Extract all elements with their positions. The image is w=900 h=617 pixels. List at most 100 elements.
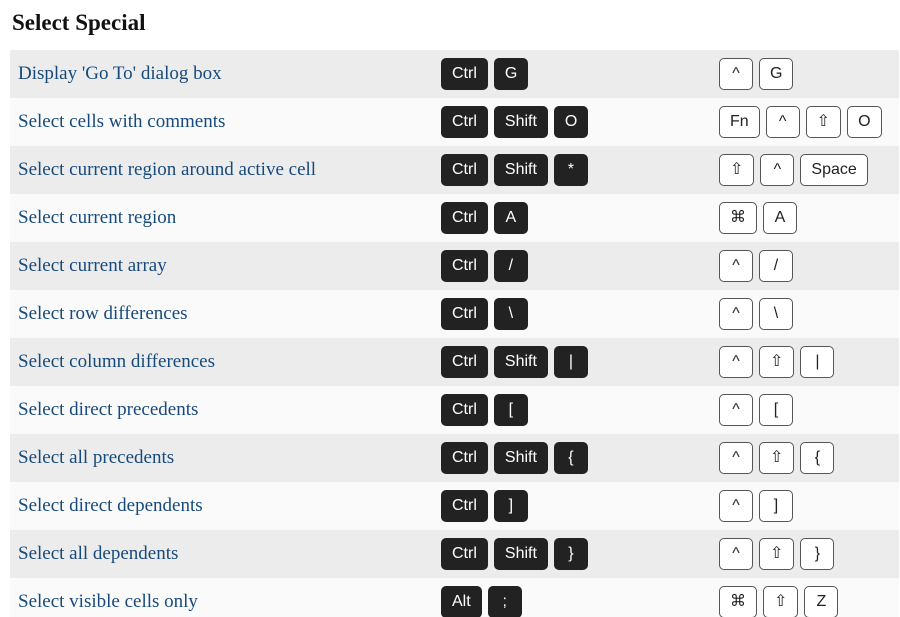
action-link-select-all-precedents[interactable]: Select all precedents (18, 447, 174, 468)
key-space: Space (800, 154, 867, 186)
key-: ] (759, 490, 793, 522)
action-link-select-direct-dependents[interactable]: Select direct dependents (18, 495, 203, 516)
windows-keys: Ctrl[ (441, 394, 703, 426)
action-cell: Select current region (10, 194, 433, 242)
key-g: G (494, 58, 528, 90)
windows-keys: Ctrl] (441, 490, 703, 522)
action-link-select-current-array[interactable]: Select current array (18, 255, 167, 276)
action-cell: Select direct precedents (10, 386, 433, 434)
key-: ^ (719, 298, 753, 330)
key-: / (494, 250, 528, 282)
windows-shortcut-cell: CtrlShift* (433, 146, 711, 194)
key-shift: Shift (494, 106, 548, 138)
key-: ] (494, 490, 528, 522)
key-shift: Shift (494, 154, 548, 186)
key-: * (554, 154, 588, 186)
mac-shortcut-cell: ^\ (711, 290, 899, 338)
key-o: O (847, 106, 881, 138)
table-row: Display 'Go To' dialog boxCtrlG^G (10, 50, 899, 98)
key-: { (554, 442, 588, 474)
key-: [ (759, 394, 793, 426)
key-ctrl: Ctrl (441, 250, 488, 282)
mac-keys: ^⇧{ (719, 442, 891, 474)
key-: ⇧ (759, 538, 794, 570)
action-link-select-cells-with-comments[interactable]: Select cells with comments (18, 111, 225, 132)
windows-shortcut-cell: Ctrl] (433, 482, 711, 530)
action-cell: Select cells with comments (10, 98, 433, 146)
mac-shortcut-cell: ⌘A (711, 194, 899, 242)
key-: ⌘ (719, 202, 757, 234)
table-row: Select cells with commentsCtrlShiftOFn^⇧… (10, 98, 899, 146)
key-: } (554, 538, 588, 570)
windows-keys: Alt; (441, 586, 703, 617)
key-shift: Shift (494, 346, 548, 378)
mac-keys: ⌘A (719, 202, 891, 234)
action-link-select-row-differences[interactable]: Select row differences (18, 303, 188, 324)
key-: ^ (719, 442, 753, 474)
key-z: Z (804, 586, 838, 617)
mac-shortcut-cell: ^] (711, 482, 899, 530)
windows-shortcut-cell: CtrlShift{ (433, 434, 711, 482)
action-link-select-all-dependents[interactable]: Select all dependents (18, 543, 178, 564)
key-: \ (494, 298, 528, 330)
table-row: Select all precedentsCtrlShift{^⇧{ (10, 434, 899, 482)
windows-keys: CtrlShift| (441, 346, 703, 378)
key-shift: Shift (494, 538, 548, 570)
mac-shortcut-cell: ^G (711, 50, 899, 98)
key-ctrl: Ctrl (441, 202, 488, 234)
key-: | (554, 346, 588, 378)
mac-shortcut-cell: ⇧^Space (711, 146, 899, 194)
mac-keys: ^\ (719, 298, 891, 330)
key-: ^ (719, 346, 753, 378)
key-: ^ (766, 106, 800, 138)
mac-keys: ^⇧| (719, 346, 891, 378)
table-row: Select all dependentsCtrlShift}^⇧} (10, 530, 899, 578)
windows-shortcut-cell: Alt; (433, 578, 711, 617)
windows-shortcut-cell: Ctrl[ (433, 386, 711, 434)
key-: ⇧ (719, 154, 754, 186)
table-row: Select direct dependentsCtrl]^] (10, 482, 899, 530)
key-alt: Alt (441, 586, 482, 617)
key-ctrl: Ctrl (441, 106, 488, 138)
key-: ⇧ (759, 442, 794, 474)
mac-keys: ^/ (719, 250, 891, 282)
content-wrap: Select Special Display 'Go To' dialog bo… (0, 0, 900, 617)
windows-shortcut-cell: Ctrl/ (433, 242, 711, 290)
section-title: Select Special (12, 10, 890, 36)
mac-shortcut-cell: ^⇧{ (711, 434, 899, 482)
action-cell: Select all precedents (10, 434, 433, 482)
key-: ^ (719, 58, 753, 90)
windows-shortcut-cell: CtrlA (433, 194, 711, 242)
action-link-select-current-region-around-active-cell[interactable]: Select current region around active cell (18, 159, 316, 180)
action-link-select-visible-cells-only[interactable]: Select visible cells only (18, 591, 198, 612)
key-: ^ (719, 250, 753, 282)
windows-keys: CtrlA (441, 202, 703, 234)
mac-shortcut-cell: ^/ (711, 242, 899, 290)
mac-keys: ^[ (719, 394, 891, 426)
windows-shortcut-cell: CtrlShiftO (433, 98, 711, 146)
mac-keys: ⇧^Space (719, 154, 891, 186)
windows-keys: Ctrl\ (441, 298, 703, 330)
action-link-select-direct-precedents[interactable]: Select direct precedents (18, 399, 198, 420)
action-link-display-go-to-dialog-box[interactable]: Display 'Go To' dialog box (18, 63, 222, 84)
key-: ⌘ (719, 586, 757, 617)
key-ctrl: Ctrl (441, 538, 488, 570)
windows-shortcut-cell: CtrlShift} (433, 530, 711, 578)
table-row: Select row differencesCtrl\^\ (10, 290, 899, 338)
action-link-select-current-region[interactable]: Select current region (18, 207, 176, 228)
action-link-select-column-differences[interactable]: Select column differences (18, 351, 215, 372)
key-: ^ (719, 394, 753, 426)
windows-keys: CtrlShift* (441, 154, 703, 186)
key-: [ (494, 394, 528, 426)
mac-shortcut-cell: ^⇧} (711, 530, 899, 578)
key-ctrl: Ctrl (441, 394, 488, 426)
windows-keys: CtrlG (441, 58, 703, 90)
key-a: A (763, 202, 797, 234)
table-row: Select direct precedentsCtrl[^[ (10, 386, 899, 434)
key-ctrl: Ctrl (441, 490, 488, 522)
shortcut-table: Display 'Go To' dialog boxCtrlG^GSelect … (10, 50, 899, 617)
mac-shortcut-cell: ⌘⇧Z (711, 578, 899, 617)
key-: ^ (719, 490, 753, 522)
mac-keys: ⌘⇧Z (719, 586, 891, 617)
key-fn: Fn (719, 106, 760, 138)
